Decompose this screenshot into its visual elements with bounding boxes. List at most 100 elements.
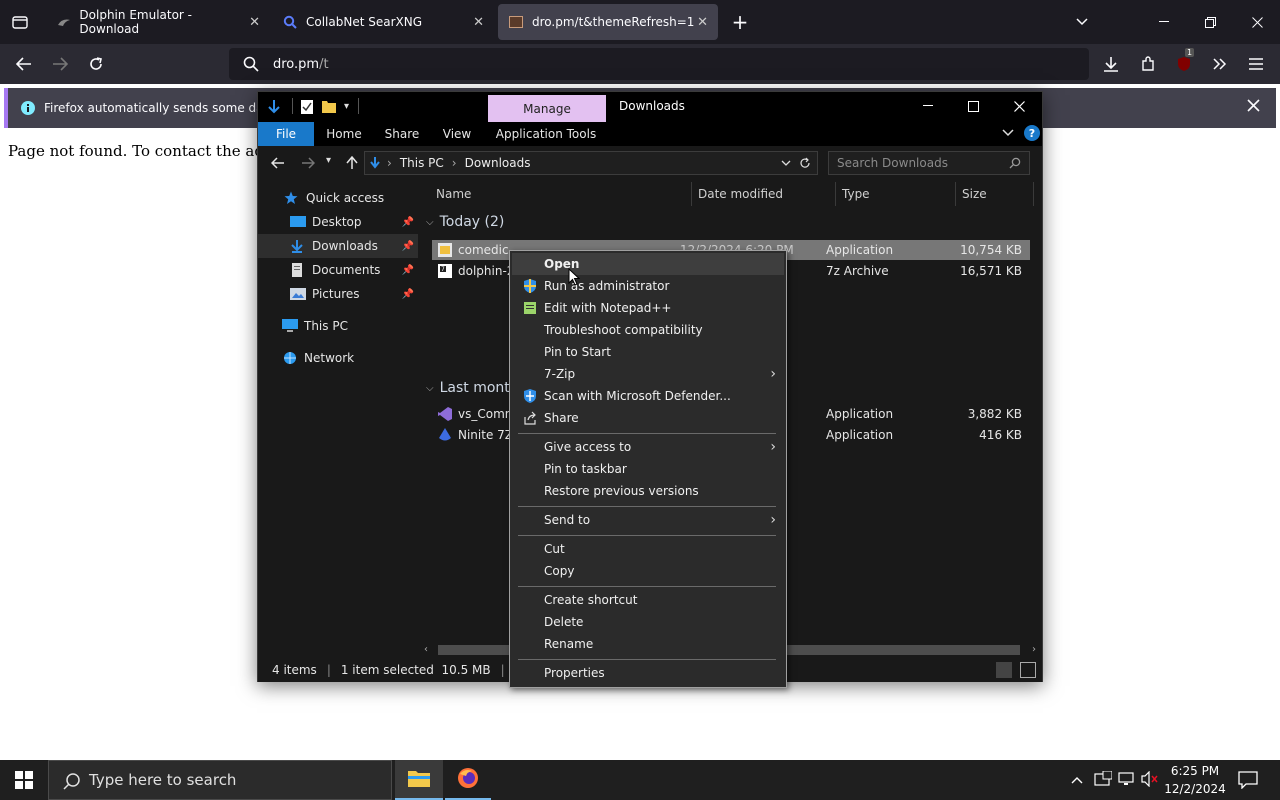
mouse-cursor-icon: [568, 267, 581, 289]
tab-share[interactable]: Share: [378, 122, 426, 146]
help-icon[interactable]: ?: [1024, 125, 1040, 141]
menu-item-give-access[interactable]: Give access to ›: [512, 436, 784, 458]
tab-manage[interactable]: Manage: [488, 95, 606, 123]
close-window-icon[interactable]: [1005, 92, 1033, 120]
ublock-icon[interactable]: 1: [1170, 48, 1198, 78]
address-bar[interactable]: › This PC › Downloads: [364, 151, 818, 175]
explorer-titlebar: ▾ Manage Downloads: [258, 92, 1042, 123]
taskbar-file-explorer[interactable]: [395, 760, 443, 800]
sidebar-item-downloads[interactable]: Downloads 📌: [258, 234, 418, 258]
tab-file[interactable]: File: [258, 122, 314, 146]
properties-icon[interactable]: [300, 99, 314, 118]
sidebar-item-network[interactable]: Network: [258, 346, 418, 370]
tray-app-icon[interactable]: [1094, 770, 1113, 790]
tab-searxng[interactable]: CollabNet SearXNG ✕: [272, 0, 494, 44]
column-header-size[interactable]: Size: [956, 182, 1034, 206]
extensions-icon[interactable]: [1134, 50, 1162, 78]
minimize-icon[interactable]: [1150, 8, 1178, 36]
scroll-left-icon[interactable]: ‹: [424, 644, 428, 655]
menu-item-rename[interactable]: Rename: [512, 633, 784, 655]
close-icon[interactable]: ✕: [697, 15, 708, 30]
firefox-view-icon[interactable]: [6, 8, 34, 36]
tab-home[interactable]: Home: [320, 122, 368, 146]
downloads-icon[interactable]: [1097, 50, 1125, 78]
maximize-icon[interactable]: [959, 92, 987, 120]
sidebar-item-documents[interactable]: Documents 📌: [258, 258, 418, 282]
new-tab-icon[interactable]: +: [726, 8, 754, 36]
menu-item-copy[interactable]: Copy: [512, 560, 784, 582]
close-icon[interactable]: ✕: [473, 15, 484, 30]
new-folder-icon[interactable]: [322, 99, 336, 116]
submenu-arrow-icon: ›: [770, 512, 776, 528]
column-header-date[interactable]: Date modified: [692, 182, 836, 206]
search-input[interactable]: Search Downloads: [828, 151, 1030, 175]
menu-item-properties[interactable]: Properties: [512, 662, 784, 684]
notifications-icon[interactable]: [1238, 771, 1258, 792]
tab-application-tools[interactable]: Application Tools: [490, 122, 602, 146]
pin-icon: 📌: [401, 264, 414, 276]
tab-dolphin[interactable]: Dolphin Emulator - Download ✕: [46, 0, 270, 44]
refresh-icon[interactable]: [799, 157, 811, 169]
volume-muted-icon[interactable]: [1141, 770, 1159, 790]
menu-item-7zip[interactable]: 7-Zip ›: [512, 363, 784, 385]
menu-item-pin-start[interactable]: Pin to Start: [512, 341, 784, 363]
list-tabs-chevron-icon[interactable]: [1068, 8, 1096, 36]
quick-access-dropdown-icon[interactable]: ▾: [344, 101, 349, 112]
forward-arrow-icon[interactable]: [294, 149, 322, 177]
hamburger-menu-icon[interactable]: [1242, 50, 1270, 78]
scroll-right-icon[interactable]: ›: [1032, 644, 1036, 655]
menu-item-share[interactable]: Share: [512, 407, 784, 429]
taskbar-search-input[interactable]: Type here to search: [48, 760, 392, 800]
restore-icon[interactable]: [1196, 8, 1224, 36]
menu-item-run-as-admin[interactable]: Run as administrator: [512, 275, 784, 297]
forward-arrow-icon[interactable]: [46, 50, 74, 78]
recent-locations-chevron-icon[interactable]: ▾: [326, 155, 331, 166]
breadcrumb-downloads[interactable]: Downloads: [465, 156, 531, 170]
up-arrow-icon[interactable]: [338, 149, 366, 177]
windows-start-icon[interactable]: [10, 766, 38, 794]
expand-ribbon-chevron-icon[interactable]: [1002, 126, 1014, 140]
taskbar-firefox[interactable]: [445, 760, 491, 800]
menu-item-pin-taskbar[interactable]: Pin to taskbar: [512, 458, 784, 480]
sidebar-item-desktop[interactable]: Desktop 📌: [258, 210, 418, 234]
menu-item-edit-notepad[interactable]: Edit with Notepad++: [512, 297, 784, 319]
menu-item-send-to[interactable]: Send to ›: [512, 509, 784, 531]
site-icon: [508, 14, 524, 30]
sidebar-item-quick-access[interactable]: Quick access: [258, 186, 418, 210]
column-header-name[interactable]: Name: [430, 182, 692, 206]
column-header-type[interactable]: Type: [836, 182, 956, 206]
menu-item-create-shortcut[interactable]: Create shortcut: [512, 589, 784, 611]
menu-item-delete[interactable]: Delete: [512, 611, 784, 633]
menu-separator: [518, 659, 776, 660]
minimize-icon[interactable]: [914, 92, 942, 120]
address-dropdown-chevron-icon[interactable]: [781, 160, 791, 166]
close-window-icon[interactable]: [1243, 8, 1271, 36]
details-view-icon[interactable]: [996, 662, 1012, 678]
large-icons-view-icon[interactable]: [1020, 662, 1036, 678]
file-type: Application: [826, 407, 894, 421]
menu-item-scan-defender[interactable]: Scan with Microsoft Defender...: [512, 385, 784, 407]
taskbar-clock[interactable]: 6:25 PM 12/2/2024: [1160, 762, 1230, 798]
sidebar-item-pictures[interactable]: Pictures 📌: [258, 282, 418, 306]
menu-item-restore-versions[interactable]: Restore previous versions: [512, 480, 784, 502]
back-arrow-icon[interactable]: [10, 50, 38, 78]
show-hidden-icons-chevron-icon[interactable]: [1071, 773, 1083, 787]
close-icon[interactable]: ✕: [249, 15, 260, 30]
group-header-last-month[interactable]: ⌵ Last month: [426, 380, 519, 396]
file-size: 416 KB: [979, 428, 1022, 442]
network-status-icon[interactable]: [1118, 771, 1136, 790]
url-bar[interactable]: dro.pm/t: [229, 48, 1089, 80]
reload-icon[interactable]: [82, 50, 110, 78]
overflow-chevron-icon[interactable]: [1206, 50, 1234, 78]
sidebar-item-this-pc[interactable]: This PC: [258, 314, 418, 338]
group-header-today[interactable]: ⌵ Today (2): [426, 214, 504, 230]
close-icon[interactable]: [1247, 99, 1260, 115]
tab-dro-pm[interactable]: dro.pm/t&themeRefresh=1 ✕: [498, 4, 718, 40]
menu-item-open[interactable]: Open: [512, 253, 784, 275]
back-arrow-icon[interactable]: [264, 149, 292, 177]
breadcrumb-this-pc[interactable]: This PC: [400, 156, 444, 170]
tab-view[interactable]: View: [434, 122, 480, 146]
menu-item-cut[interactable]: Cut: [512, 538, 784, 560]
sidebar-item-label: Quick access: [306, 191, 385, 205]
menu-item-troubleshoot[interactable]: Troubleshoot compatibility: [512, 319, 784, 341]
